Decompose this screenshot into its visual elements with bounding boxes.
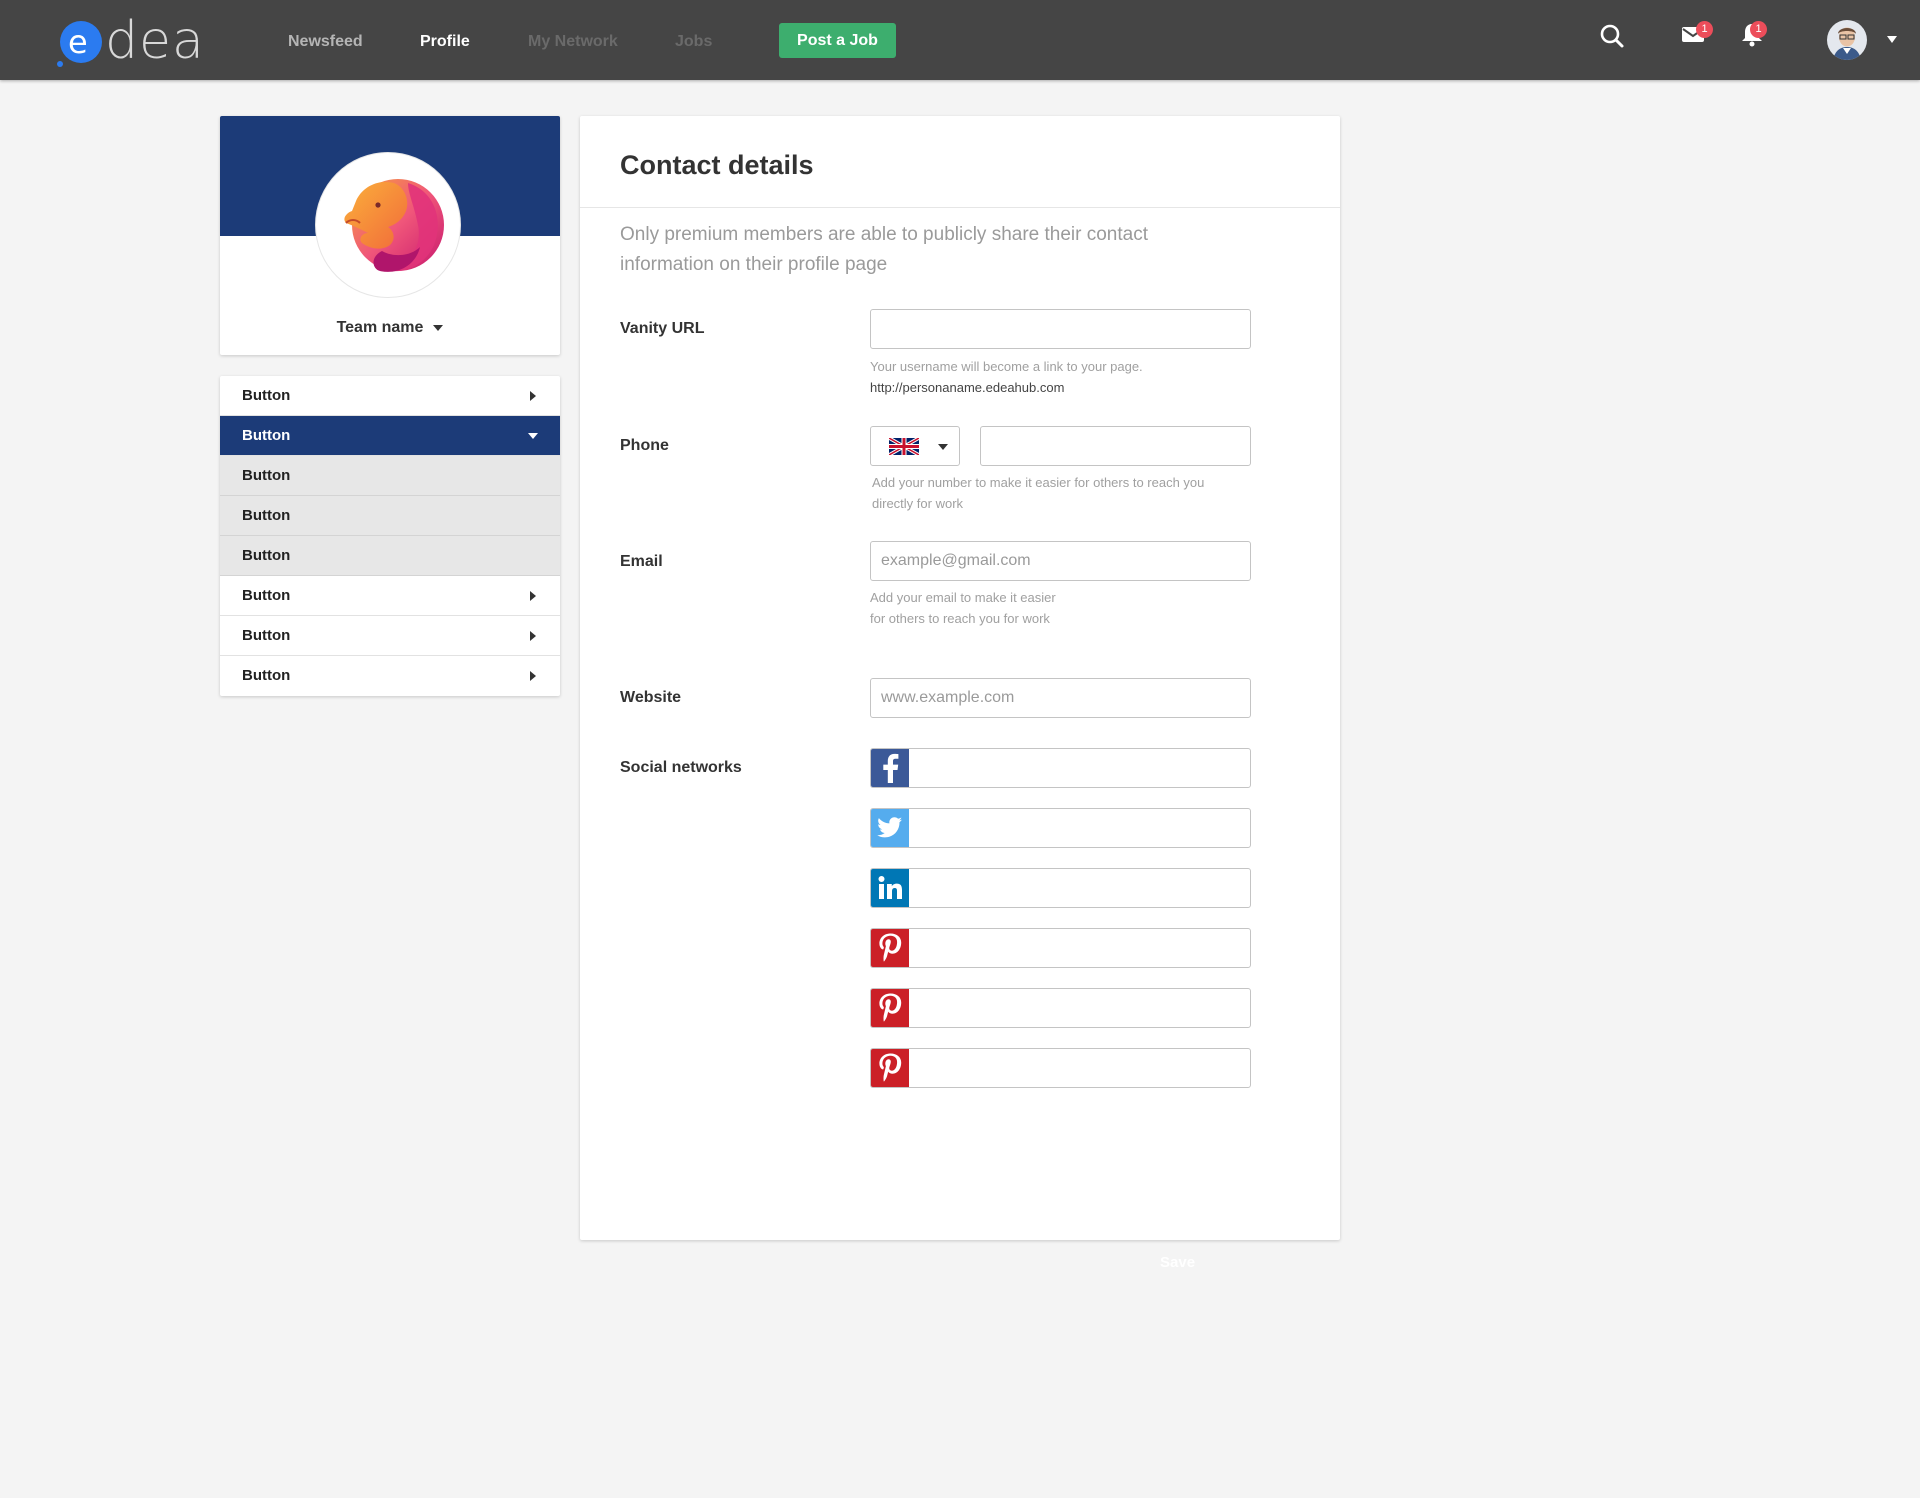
account-menu-caret-icon[interactable] [1887, 36, 1897, 43]
email-hint-line1: Add your email to make it easier [870, 590, 1056, 605]
twitter-input[interactable] [909, 809, 1250, 847]
notifications-badge: 1 [1750, 21, 1767, 38]
caret-right-icon [530, 631, 536, 641]
vanity-url-label: Vanity URL [620, 320, 705, 337]
nav-newsfeed[interactable]: Newsfeed [288, 0, 363, 80]
sidebar-menu-item-label: Button [242, 587, 291, 604]
sidebar-submenu-item-label: Button [242, 547, 291, 564]
nav-profile[interactable]: Profile [420, 0, 470, 80]
messages-button[interactable]: 1 [1681, 21, 1721, 62]
twitter-field [870, 808, 1251, 848]
country-code-select[interactable] [870, 426, 960, 466]
page-title: Contact details [620, 150, 814, 180]
vanity-url-example: http://personaname.edeahub.com [870, 380, 1065, 395]
pinterest-field [870, 1048, 1251, 1088]
sidebar-submenu-item-label: Button [242, 507, 291, 524]
sidebar-submenu-item[interactable]: Button [220, 496, 560, 536]
phone-number-input[interactable] [980, 426, 1251, 466]
save-button[interactable]: Save [1160, 1254, 1195, 1271]
team-name-dropdown[interactable]: Team name [220, 319, 560, 337]
phone-hint-line1: Add your number to make it easier for ot… [872, 475, 1205, 490]
email-hint-line2: for others to reach you for work [870, 611, 1050, 626]
top-navigation-bar: e dea Newsfeed Profile My Network Jobs P… [0, 0, 1920, 80]
uk-flag-icon [889, 438, 919, 455]
phone-label: Phone [620, 437, 669, 454]
website-label: Website [620, 689, 682, 706]
pinterest-icon [871, 929, 909, 967]
sidebar-menu-item-label: Button [242, 627, 291, 644]
caret-down-icon [528, 433, 538, 439]
vanity-url-input[interactable] [870, 309, 1251, 349]
sidebar-menu-item-expanded[interactable]: Button [220, 416, 560, 456]
contact-details-card: Contact details Only premium members are… [580, 116, 1340, 1240]
messages-badge: 1 [1696, 21, 1713, 38]
notifications-button[interactable]: 1 [1740, 21, 1780, 62]
chevron-down-icon [433, 324, 444, 331]
pinterest-field [870, 988, 1251, 1028]
sidebar-menu-item[interactable]: Button [220, 616, 560, 656]
sidebar-menu-item-label: Button [242, 387, 291, 404]
sidebar-menu-item[interactable]: Button [220, 376, 560, 416]
caret-right-icon [530, 671, 536, 681]
facebook-input[interactable] [909, 749, 1250, 787]
pinterest-input[interactable] [909, 989, 1250, 1027]
sidebar-menu-item[interactable]: Button [220, 656, 560, 696]
team-profile-card: Team name [220, 116, 560, 355]
email-label: Email [620, 553, 663, 570]
linkedin-field [870, 868, 1251, 908]
sidebar-menu-item[interactable]: Button [220, 576, 560, 616]
pinterest-input[interactable] [909, 1049, 1250, 1087]
svg-text:e: e [68, 23, 88, 61]
sidebar-menu-item-label: Button [242, 427, 291, 444]
facebook-icon [871, 749, 909, 787]
pinterest-field [870, 928, 1251, 968]
linkedin-icon [871, 869, 909, 907]
sidebar-submenu-item-label: Button [242, 467, 291, 484]
caret-right-icon [530, 391, 536, 401]
sidebar-menu-item-label: Button [242, 667, 291, 684]
team-logo-lion [316, 153, 460, 297]
edea-logo[interactable]: e dea [52, 10, 222, 72]
premium-notice: Only premium members are able to publicl… [620, 224, 1149, 275]
sidebar-menu: Button Button Button Button Button Butto… [220, 376, 560, 696]
user-avatar[interactable] [1827, 20, 1867, 60]
nav-my-network[interactable]: My Network [528, 0, 618, 80]
facebook-field [870, 748, 1251, 788]
pinterest-input[interactable] [909, 929, 1250, 967]
chevron-down-icon [938, 444, 948, 450]
pinterest-icon [871, 989, 909, 1027]
email-input[interactable] [870, 541, 1251, 581]
post-job-button[interactable]: Post a Job [779, 23, 896, 58]
twitter-icon [871, 809, 909, 847]
search-icon[interactable] [1598, 22, 1638, 62]
social-networks-label: Social networks [620, 759, 742, 776]
sidebar-submenu-item[interactable]: Button [220, 536, 560, 576]
vanity-url-hint: Your username will become a link to your… [870, 359, 1143, 374]
linkedin-input[interactable] [909, 869, 1250, 907]
caret-right-icon [530, 591, 536, 601]
team-name-label: Team name [336, 319, 424, 336]
svg-text:dea: dea [105, 11, 205, 71]
phone-hint-line2: directly for work [872, 496, 964, 511]
nav-jobs[interactable]: Jobs [675, 0, 712, 80]
title-divider [580, 207, 1340, 208]
website-input[interactable] [870, 678, 1251, 718]
sidebar-submenu-item[interactable]: Button [220, 456, 560, 496]
pinterest-icon [871, 1049, 909, 1087]
